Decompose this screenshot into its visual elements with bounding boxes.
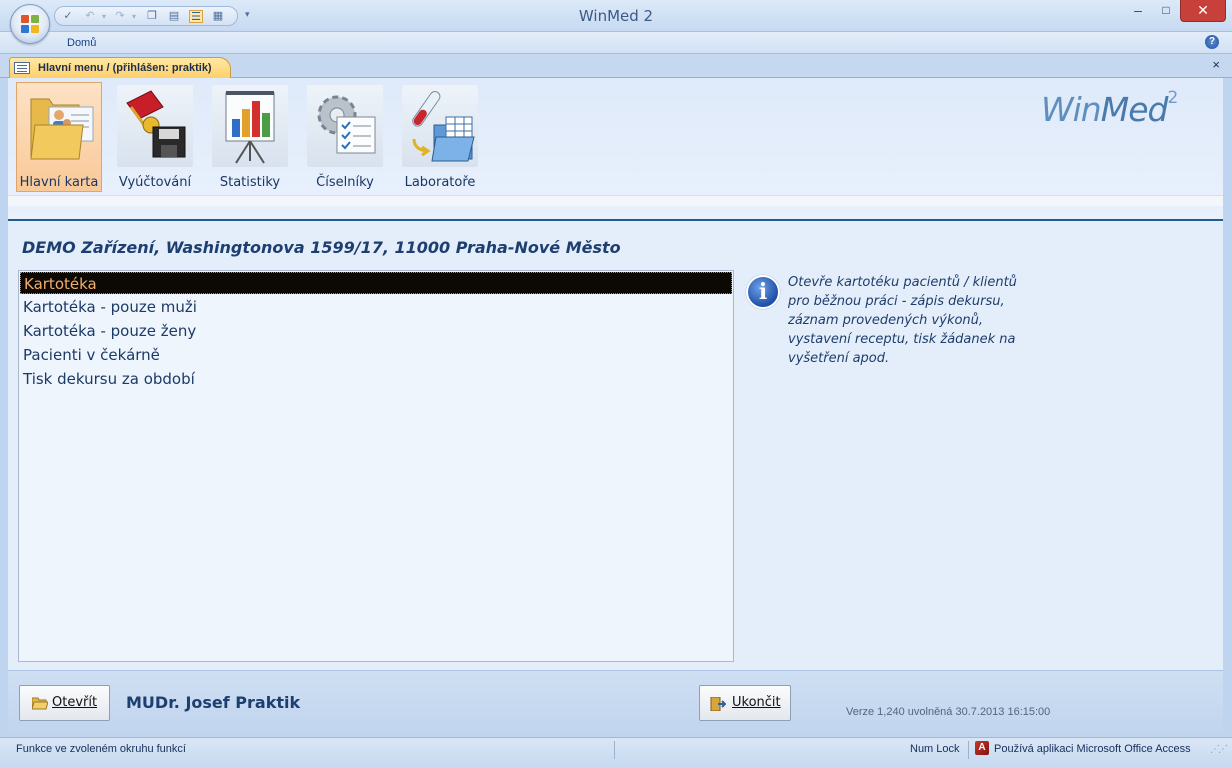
- open-folder-icon: [31, 697, 49, 710]
- list-item[interactable]: Pacienti v čekárně: [20, 344, 732, 366]
- function-list[interactable]: Kartotéka Kartotéka - pouze muži Kartoté…: [18, 270, 734, 662]
- maximize-button[interactable]: □: [1156, 0, 1176, 22]
- title-bar: ✓ ↶ ▾ ↷ ▾ ❐ ▤ ☰ ▦ ▾ WinMed 2 – □ ✕: [0, 0, 1232, 44]
- close-button[interactable]: ✕: [1180, 0, 1226, 22]
- document-tab-strip: Hlavní menu / (přihlášen: praktik) ×: [0, 54, 1232, 78]
- menu-button-main-card-label: Hlavní karta: [19, 175, 99, 190]
- menu-button-statistics-label: Statistiky: [219, 175, 281, 190]
- menu-button-laboratories-label: Laboratoře: [404, 175, 476, 190]
- status-separator: [968, 741, 969, 759]
- minimize-button[interactable]: –: [1128, 0, 1148, 22]
- codebook-icon: [307, 85, 383, 167]
- winmed-logo: WinMed2: [1041, 88, 1178, 129]
- menu-button-statistics[interactable]: Statistiky: [207, 82, 293, 192]
- office-button[interactable]: [10, 4, 50, 44]
- form-icon: [14, 62, 30, 74]
- exit-button[interactable]: Ukončit: [699, 685, 791, 721]
- menu-button-laboratories[interactable]: Laboratoře: [397, 82, 483, 192]
- status-text: Funkce ve zvoleném okruhu funkcí: [16, 743, 186, 755]
- window-right-edge: [1223, 78, 1232, 737]
- folder-patients-icon: [21, 85, 97, 167]
- billing-icon: [117, 85, 193, 167]
- logged-user-name: MUDr. Josef Praktik: [126, 693, 301, 712]
- close-document-icon[interactable]: ×: [1212, 57, 1220, 72]
- window-title: WinMed 2: [578, 7, 654, 25]
- statistics-chart-icon: [212, 85, 288, 167]
- help-icon[interactable]: ?: [1205, 35, 1219, 49]
- ribbon: Domů ?: [0, 32, 1232, 54]
- menu-toolbar: Hlavní karta Vyúčtování Statistiky Čísel…: [8, 78, 1223, 221]
- laboratory-icon: [402, 85, 478, 167]
- menu-button-codebooks-label: Číselníky: [316, 175, 374, 190]
- numlock-indicator: Num Lock: [910, 743, 960, 755]
- menu-button-main-card[interactable]: Hlavní karta: [16, 82, 102, 192]
- open-button-label: Otevřít: [52, 695, 98, 710]
- menu-button-codebooks[interactable]: Číselníky: [302, 82, 388, 192]
- function-description: Otevře kartotéku pacientů / klientů pro …: [788, 275, 1017, 366]
- list-item[interactable]: Kartotéka - pouze muži: [20, 296, 732, 318]
- toolbar-separator: [8, 195, 1223, 206]
- resize-grip-icon[interactable]: ⋰⋰: [1210, 744, 1228, 755]
- main-menu-form: Hlavní karta Vyúčtování Statistiky Čísel…: [8, 78, 1223, 737]
- logo-part1: Win: [1041, 90, 1102, 129]
- status-separator: [614, 741, 615, 759]
- menu-button-billing[interactable]: Vyúčtování: [112, 82, 198, 192]
- tab-main-menu[interactable]: Hlavní menu / (přihlášen: praktik): [9, 57, 231, 78]
- logo-sup: 2: [1167, 88, 1178, 108]
- office-logo-icon: [21, 15, 40, 34]
- list-item[interactable]: Kartotéka: [20, 272, 732, 294]
- status-bar: Funkce ve zvoleném okruhu funkcí Num Loc…: [0, 737, 1232, 768]
- facility-title: DEMO Zařízení, Washingtonova 1599/17, 11…: [22, 238, 621, 257]
- ribbon-tab-home[interactable]: Domů: [67, 37, 96, 49]
- exit-button-label: Ukončit: [732, 695, 781, 710]
- list-item[interactable]: Kartotéka - pouze ženy: [20, 320, 732, 342]
- list-item[interactable]: Tisk dekursu za období: [20, 368, 732, 390]
- exit-door-icon: [710, 696, 727, 712]
- toolbar-divider-line: [8, 219, 1223, 221]
- version-info: Verze 1,240 uvolněná 30.7.2013 16:15:00: [846, 706, 1051, 718]
- open-button[interactable]: Otevřít: [19, 685, 110, 721]
- info-icon: i: [746, 275, 780, 309]
- tab-main-menu-label: Hlavní menu / (přihlášen: praktik): [38, 62, 212, 74]
- access-icon: A: [975, 741, 989, 755]
- menu-button-billing-label: Vyúčtování: [118, 175, 192, 190]
- logo-part2: Med: [1100, 90, 1169, 129]
- access-status: Používá aplikaci Microsoft Office Access: [994, 743, 1191, 755]
